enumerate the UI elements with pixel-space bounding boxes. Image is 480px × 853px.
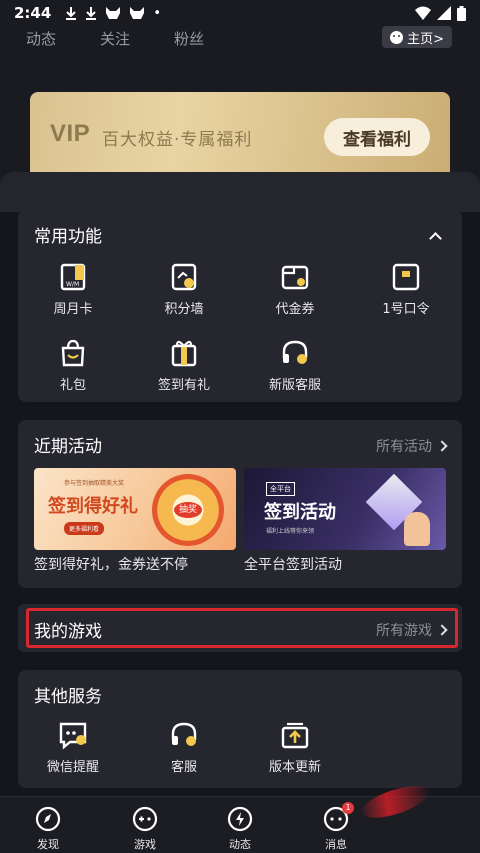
service-label: 微信提醒	[46, 760, 99, 775]
func-points-wall[interactable]: 积分墙	[144, 262, 224, 317]
code-word-icon	[392, 263, 420, 291]
nav-label: 游戏	[134, 838, 156, 851]
banner-tagline: 参与签到抽取精美大奖	[64, 480, 125, 487]
banner-headline: 签到活动	[264, 502, 336, 523]
battery-icon	[457, 5, 466, 21]
func-voucher[interactable]: 代金券	[255, 262, 335, 317]
activity-banner-platform-checkin[interactable]: 全平台 签到活动 福利上线等你来领	[244, 468, 446, 550]
vip-title: VIP	[50, 120, 91, 147]
activity-caption: 签到得好礼，金券送不停	[34, 557, 188, 573]
service-icon	[171, 722, 197, 746]
all-games-label: 所有游戏	[376, 623, 432, 639]
func-label: 积分墙	[164, 302, 204, 317]
content-background	[0, 172, 480, 212]
download-icon	[86, 7, 97, 20]
nav-discover[interactable]: 发现	[18, 805, 78, 852]
my-games-title: 我的游戏	[34, 622, 102, 642]
banner-tag: 全平台	[266, 482, 295, 496]
nav-label: 发现	[37, 838, 59, 851]
func-label: 新版客服	[268, 378, 321, 393]
voucher-icon	[281, 265, 309, 290]
func-label: 礼包	[59, 378, 86, 393]
func-customer-service[interactable]: 新版客服	[255, 338, 335, 393]
avatar-face-icon	[390, 30, 404, 44]
download-icon	[66, 7, 77, 20]
tab-dynamic[interactable]: 动态	[26, 28, 56, 49]
status-bar: 2:44 •	[0, 0, 480, 26]
func-label: 签到有礼	[157, 378, 210, 393]
all-games-link[interactable]: 所有游戏	[376, 620, 448, 640]
tab-fans[interactable]: 粉丝	[174, 28, 204, 49]
service-version-update[interactable]: 版本更新	[255, 720, 335, 775]
compass-icon	[35, 806, 61, 832]
vip-banner[interactable]: VIP 百大权益·专属福利 查看福利	[30, 92, 450, 184]
view-benefits-button[interactable]: 查看福利	[324, 118, 430, 156]
notification-icons: •	[65, 6, 161, 21]
all-activities-link[interactable]: 所有活动	[376, 436, 448, 456]
recent-activities-card: 近期活动 所有活动 参与签到抽取精美大奖 签到得好礼 更多福利看 抽奖 签到得好…	[18, 420, 462, 588]
activity-caption: 全平台签到活动	[244, 557, 342, 573]
checkin-gift-icon	[171, 340, 197, 367]
func-code-word[interactable]: 1号口令	[366, 262, 446, 317]
func-gift-bag[interactable]: 礼包	[33, 338, 113, 393]
common-functions-card: 常用功能 W/M 周月卡 积分墙 代金券 1号口令 礼包 签到有礼 新版客服	[18, 210, 462, 402]
common-functions-title: 常用功能	[34, 227, 102, 247]
signal-icon	[437, 6, 451, 20]
wifi-icon	[415, 6, 431, 20]
nav-label: 消息	[325, 838, 347, 851]
service-customer-service[interactable]: 客服	[144, 720, 224, 775]
service-label: 版本更新	[268, 760, 321, 775]
wheel-center-label: 抽奖	[174, 502, 202, 518]
banner-tagline: 福利上线等你来领	[266, 528, 315, 535]
all-activities-label: 所有活动	[376, 439, 432, 455]
nav-dynamic[interactable]: 动态	[210, 805, 270, 852]
app-notification-icon	[130, 7, 145, 19]
recent-activities-title: 近期活动	[34, 437, 102, 457]
other-services-card: 其他服务 微信提醒 客服 版本更新	[18, 670, 462, 788]
service-label: 客服	[170, 760, 197, 775]
nav-games[interactable]: 游戏	[115, 805, 175, 852]
collapse-chevron-icon[interactable]	[429, 232, 442, 245]
version-update-icon	[281, 722, 309, 749]
func-checkin-gift[interactable]: 签到有礼	[144, 338, 224, 393]
homepage-button[interactable]: 主页>	[382, 26, 452, 48]
nav-messages[interactable]: 消息	[306, 805, 366, 852]
service-wechat-reminder[interactable]: 微信提醒	[33, 720, 113, 775]
customer-service-icon	[282, 340, 308, 364]
tab-follow[interactable]: 关注	[100, 28, 130, 49]
status-time: 2:44	[14, 4, 52, 22]
svg-text:W/M: W/M	[66, 281, 79, 288]
message-count-badge: 1	[342, 802, 354, 814]
banner-headline: 签到得好礼	[48, 496, 138, 517]
func-label: 1号口令	[382, 302, 430, 317]
profile-header: 动态 关注 粉丝 主页>	[0, 26, 480, 86]
system-icons	[415, 5, 466, 21]
gamepad-icon	[132, 806, 158, 832]
app-notification-icon	[106, 7, 121, 19]
nav-label: 动态	[229, 838, 251, 851]
banner-button: 更多福利看	[64, 522, 105, 535]
gift-bag-icon	[61, 339, 85, 367]
vip-subtitle: 百大权益·专属福利	[102, 130, 253, 150]
wechat-reminder-icon	[59, 722, 87, 750]
monthly-card-icon: W/M	[60, 263, 86, 291]
func-label: 代金券	[275, 302, 315, 317]
activity-banner-checkin-gifts[interactable]: 参与签到抽取精美大奖 签到得好礼 更多福利看 抽奖	[34, 468, 236, 550]
func-label: 周月卡	[53, 302, 93, 317]
more-notifications-dot: •	[153, 5, 161, 21]
func-monthly-card[interactable]: W/M 周月卡	[33, 262, 113, 317]
chevron-right-icon	[436, 440, 448, 452]
hand-graphic	[404, 512, 430, 546]
other-services-title: 其他服务	[34, 687, 102, 707]
homepage-button-label: 主页>	[407, 31, 444, 47]
lightning-icon	[227, 806, 253, 832]
points-wall-icon	[171, 263, 197, 291]
chevron-right-icon	[436, 624, 448, 636]
my-games-row[interactable]: 我的游戏 所有游戏	[18, 604, 462, 652]
